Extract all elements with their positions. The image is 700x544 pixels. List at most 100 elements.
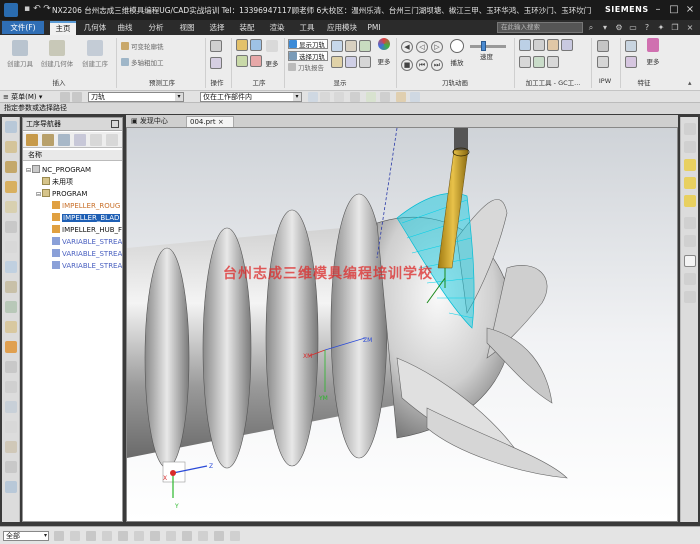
- tree-row-operation[interactable]: VARIABLE_STREA: [46, 261, 122, 272]
- speed-slider-handle[interactable]: [481, 41, 486, 51]
- tab-render[interactable]: 渲染: [266, 21, 288, 35]
- resource-tab-icon[interactable]: [5, 381, 17, 393]
- pan-icon[interactable]: [684, 291, 696, 303]
- column-header-name[interactable]: 名称: [23, 150, 122, 161]
- stop-icon[interactable]: ■: [401, 59, 413, 71]
- minimize-icon[interactable]: –: [652, 3, 664, 16]
- main-menu-button[interactable]: ≡ 菜单(M) ▾: [3, 92, 55, 102]
- show-icon[interactable]: [684, 141, 696, 153]
- display-mode-icon[interactable]: [150, 531, 160, 541]
- resource-tab-icon[interactable]: [5, 261, 17, 273]
- tool-holder[interactable]: [454, 128, 468, 150]
- tree-row-operation[interactable]: IMPELLER_ROUG: [46, 201, 120, 212]
- close-doc-icon[interactable]: ×: [684, 22, 696, 33]
- close-tab-icon[interactable]: ×: [216, 118, 224, 126]
- gc-tool-icon[interactable]: [519, 56, 531, 68]
- display-mode-icon[interactable]: [214, 531, 224, 541]
- tab-pmi[interactable]: PMI: [364, 21, 384, 35]
- select-option-icon[interactable]: [350, 92, 360, 102]
- tree-row-operation-selected[interactable]: IMPELLER_BLAD: [46, 213, 121, 224]
- restore-icon[interactable]: ❐: [669, 22, 681, 33]
- resource-tab-icon[interactable]: [5, 441, 17, 453]
- tab-tools[interactable]: 工具: [296, 21, 318, 35]
- tree-row-program[interactable]: ⊟ PROGRAM: [36, 189, 87, 200]
- tab-discovery-center[interactable]: ▣ 发现中心: [128, 116, 180, 127]
- replay-toolpath-icon[interactable]: [250, 39, 262, 51]
- machine-tool-view-icon[interactable]: [42, 134, 54, 146]
- prev-op-icon[interactable]: ⏮: [416, 59, 428, 71]
- bottom-filter-select[interactable]: 全部 ▾: [3, 531, 49, 541]
- ribbon-options-icon[interactable]: ▾: [599, 22, 611, 33]
- next-op-icon[interactable]: ⏭: [431, 59, 443, 71]
- display-mode-icon[interactable]: [102, 531, 112, 541]
- display-mode-icon[interactable]: [86, 531, 96, 541]
- resource-tab-icon[interactable]: [5, 241, 17, 253]
- tab-analysis[interactable]: 分析: [145, 21, 167, 35]
- resource-tab-icon[interactable]: [5, 321, 17, 333]
- show-hide-icon[interactable]: [166, 531, 176, 541]
- close-icon[interactable]: ×: [684, 3, 696, 16]
- create-geometry-button[interactable]: 创建几何体: [38, 40, 76, 74]
- resource-tab-icon[interactable]: [5, 221, 17, 233]
- light-icon[interactable]: [684, 159, 696, 171]
- tree-row-unused[interactable]: 未用项: [36, 177, 73, 188]
- selection-scope-select[interactable]: 仅在工作部件内 ▾: [200, 92, 302, 102]
- maximize-panel-icon[interactable]: [111, 120, 119, 128]
- snap-icon[interactable]: [72, 92, 82, 102]
- snap-icon[interactable]: [60, 92, 70, 102]
- resource-tab-icon[interactable]: [5, 181, 17, 193]
- resource-tab-icon[interactable]: [5, 341, 17, 353]
- resource-tab-icon[interactable]: [5, 421, 17, 433]
- redo-icon[interactable]: ↷: [42, 4, 52, 15]
- gc-tool-icon[interactable]: [533, 56, 545, 68]
- measure-icon[interactable]: [230, 531, 240, 541]
- select-option-icon[interactable]: [366, 92, 376, 102]
- impeller-blade[interactable]: [426, 407, 568, 479]
- nx-app-icon[interactable]: [4, 3, 18, 17]
- ipw-icon[interactable]: [597, 40, 609, 52]
- program-view-icon[interactable]: [26, 134, 38, 146]
- select-option-icon[interactable]: [410, 92, 420, 102]
- graphics-window[interactable]: ZM XM YM Z Y X 台州志成三维模具编程培训学校: [126, 127, 678, 522]
- select-option-icon[interactable]: [308, 92, 318, 102]
- display-mode-icon[interactable]: [198, 531, 208, 541]
- resource-tab-icon[interactable]: [5, 121, 17, 133]
- resource-tab-icon[interactable]: [5, 281, 17, 293]
- shaft-ring[interactable]: [265, 209, 319, 467]
- resource-tab-icon[interactable]: [5, 141, 17, 153]
- feature-icon[interactable]: [625, 40, 637, 52]
- tab-curve[interactable]: 曲线: [114, 21, 136, 35]
- resource-tab-icon[interactable]: [5, 161, 17, 173]
- operation-nav-icon[interactable]: [210, 40, 222, 52]
- resource-tab-icon[interactable]: [5, 461, 17, 473]
- window-switch-icon[interactable]: ▭: [627, 22, 639, 33]
- tab-home[interactable]: 主页: [50, 21, 76, 35]
- search-icon[interactable]: ⌕: [585, 22, 597, 33]
- display-option-icon[interactable]: [359, 40, 371, 52]
- tree-row-operation[interactable]: VARIABLE_STREA: [46, 249, 122, 260]
- settings-icon[interactable]: ✦: [655, 22, 667, 33]
- resource-tab-icon[interactable]: [5, 201, 17, 213]
- select-option-icon[interactable]: [396, 92, 406, 102]
- shaft-ring[interactable]: [144, 247, 190, 469]
- display-mode-icon[interactable]: [134, 531, 144, 541]
- features-more-button[interactable]: 更多: [642, 38, 664, 72]
- zoom-icon[interactable]: [684, 235, 696, 247]
- select-option-icon[interactable]: [320, 92, 330, 102]
- command-search-input[interactable]: 在此输入搜索: [497, 22, 583, 33]
- geometry-view-icon[interactable]: [58, 134, 70, 146]
- play-button[interactable]: 播放: [446, 39, 468, 73]
- toolpath-report-button[interactable]: 刀轨报告: [288, 63, 324, 73]
- speed-slider[interactable]: [470, 45, 506, 48]
- tab-select[interactable]: 选择: [206, 21, 228, 35]
- display-mode-icon[interactable]: [118, 531, 128, 541]
- operation-list-icon[interactable]: [210, 57, 222, 69]
- tree-row-nc-program[interactable]: ⊟ NC_PROGRAM: [26, 165, 91, 176]
- tab-geometry[interactable]: 几何体: [80, 21, 110, 35]
- select-option-icon[interactable]: [334, 92, 344, 102]
- display-mode-icon[interactable]: [54, 531, 64, 541]
- navigator-option-icon[interactable]: [90, 134, 102, 146]
- resource-tab-icon[interactable]: [5, 401, 17, 413]
- step-forward-icon[interactable]: ▷: [431, 41, 443, 53]
- light-icon[interactable]: [684, 195, 696, 207]
